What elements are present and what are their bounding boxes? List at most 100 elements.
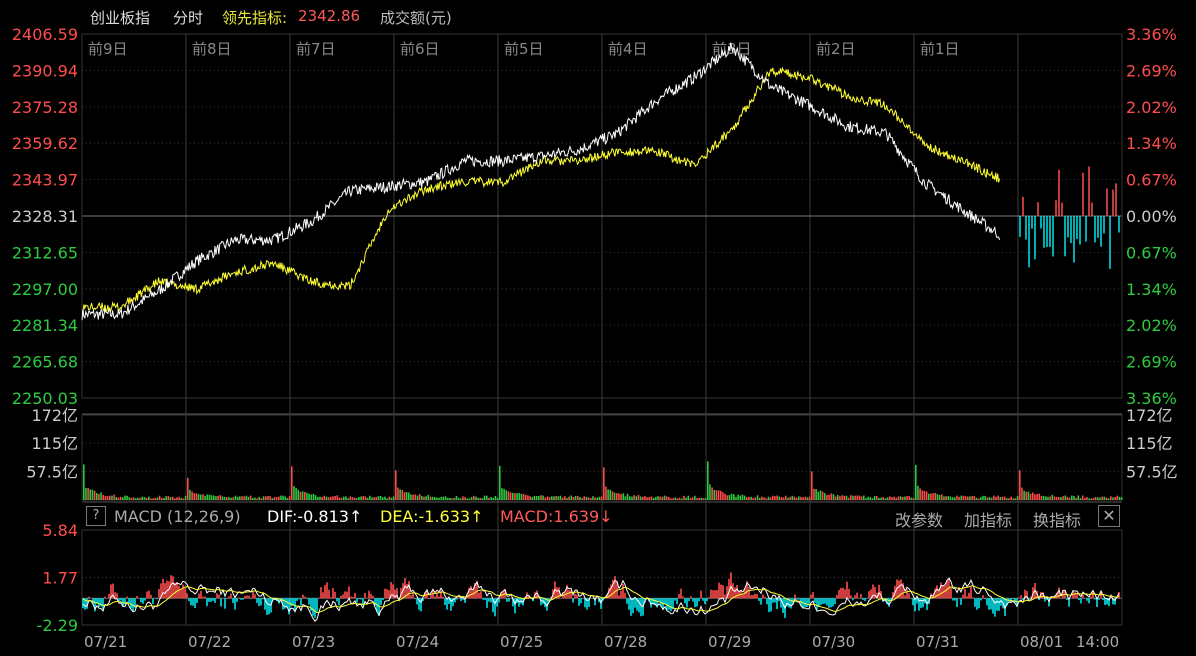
volume-bar — [323, 495, 326, 500]
volume-tick-label: 57.5亿 — [26, 463, 78, 482]
volume-bar — [109, 495, 111, 500]
volume-bar — [754, 497, 757, 500]
volume-bar — [158, 495, 161, 500]
macd-tick-label: 1.77 — [42, 569, 78, 588]
volume-bar — [915, 464, 917, 500]
volume-bar — [518, 493, 521, 500]
macd-tick-label: 5.84 — [42, 521, 78, 540]
volume-bar — [540, 495, 542, 500]
volume-bar — [711, 487, 713, 500]
volume-bar — [1090, 498, 1093, 500]
volume-bar — [1016, 496, 1019, 500]
volume-bar — [577, 495, 579, 500]
volume-bar — [505, 490, 508, 500]
percent-tick-label: 1.34% — [1126, 134, 1177, 153]
volume-bar — [1077, 495, 1080, 500]
volume-bar — [288, 496, 291, 500]
volume-bar — [793, 496, 796, 500]
close-icon[interactable]: ✕ — [1098, 505, 1120, 527]
volume-bar — [1012, 498, 1015, 500]
volume-bar — [115, 497, 118, 500]
volume-bar — [646, 497, 648, 500]
volume-tick-label-right: 57.5亿 — [1126, 463, 1178, 482]
volume-bar — [399, 489, 401, 500]
volume-bar — [928, 493, 930, 500]
volume-bar — [525, 494, 527, 500]
volume-bar — [954, 497, 956, 500]
volume-bar — [483, 495, 486, 500]
volume-bar — [904, 496, 906, 500]
volume-bar — [774, 496, 776, 500]
price-tick-label: 2359.62 — [12, 134, 78, 153]
volume-bar — [910, 497, 913, 500]
date-tick-label: 07/31 — [916, 633, 959, 651]
volume-bar — [529, 496, 531, 500]
volume-bar — [893, 496, 895, 500]
volume-bar — [787, 497, 789, 500]
volume-bar — [310, 494, 313, 500]
volume-bar — [713, 489, 716, 500]
volume-bar — [956, 495, 958, 500]
volume-bar — [169, 497, 172, 500]
volume-bar — [98, 494, 100, 500]
percent-tick-label: 0.00% — [1126, 207, 1177, 226]
add-indicator-button[interactable]: 加指标 — [964, 507, 1012, 531]
macd-indicator-name[interactable]: MACD (12,26,9) — [114, 507, 241, 526]
volume-bar — [581, 498, 583, 500]
volume-bar — [163, 497, 165, 500]
volume-bar — [1029, 493, 1032, 500]
volume-bar — [863, 495, 865, 500]
volume-bar — [462, 496, 464, 500]
volume-bar — [126, 495, 128, 500]
volume-bar — [371, 497, 373, 500]
volume-bar — [473, 495, 475, 500]
volume-bar — [397, 487, 399, 500]
volume-bar — [431, 496, 434, 500]
volume-bar — [687, 495, 690, 500]
volume-bar — [778, 496, 781, 500]
volume-bar — [284, 496, 287, 500]
volume-bar — [583, 496, 586, 500]
date-tick-label: 07/24 — [396, 633, 439, 651]
volume-bar — [826, 495, 828, 500]
volume-bar — [124, 495, 126, 500]
volume-bar — [507, 491, 510, 500]
volume-bar — [975, 497, 978, 500]
volume-bar — [1112, 497, 1114, 500]
volume-bar — [1045, 496, 1047, 500]
volume-bar — [535, 495, 538, 500]
volume-bar — [464, 497, 466, 500]
volume-bar — [254, 497, 256, 500]
volume-bar — [520, 493, 523, 500]
switch-indicator-button[interactable]: 换指标 — [1033, 507, 1081, 531]
volume-bar — [776, 495, 778, 500]
volume-bar — [193, 493, 196, 500]
edit-params-button[interactable]: 改参数 — [895, 507, 943, 531]
volume-bar — [308, 493, 310, 500]
volume-bar — [670, 498, 672, 500]
volume-bar — [880, 497, 882, 500]
volume-bar — [834, 496, 837, 500]
volume-bar — [475, 496, 477, 500]
volume-bar — [312, 493, 315, 500]
volume-bar — [501, 488, 503, 500]
date-tick-label: 07/25 — [500, 633, 543, 651]
percent-tick-label: 2.02% — [1126, 316, 1177, 335]
help-icon[interactable]: ? — [86, 506, 106, 526]
volume-bar — [1040, 495, 1043, 500]
volume-bar — [1055, 496, 1058, 500]
day-label: 前1日 — [920, 40, 960, 58]
volume-bar — [1084, 497, 1086, 500]
volume-bar — [878, 497, 880, 500]
volume-bar — [447, 497, 449, 500]
volume-bar — [514, 493, 516, 500]
volume-bar — [85, 487, 87, 500]
date-tick-label: 07/22 — [188, 633, 231, 651]
volume-bar — [830, 493, 833, 500]
volume-bar — [769, 497, 772, 500]
volume-bar — [1088, 498, 1090, 500]
volume-bar — [171, 496, 174, 500]
volume-bar — [239, 496, 241, 500]
volume-bar — [637, 494, 640, 500]
volume-bar — [293, 486, 295, 500]
